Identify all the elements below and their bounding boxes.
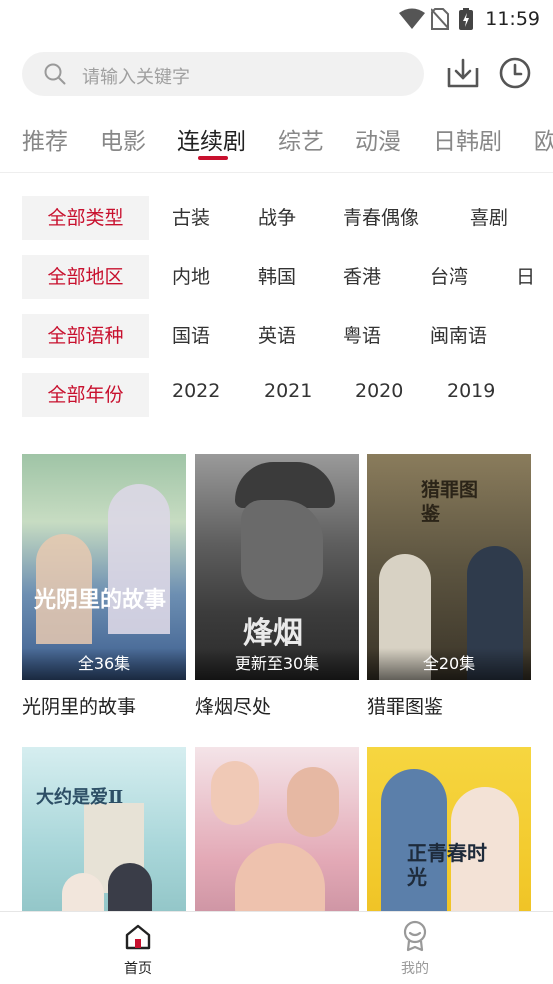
search-placeholder: 请输入关键字 (82, 67, 190, 88)
filter-option[interactable]: 2019 (447, 369, 495, 413)
show-title[interactable]: 猎罪图鉴 (367, 692, 443, 719)
filter-option[interactable]: 2021 (264, 369, 312, 413)
show-card[interactable]: 猎罪图鉴 全20集 猎罪图鉴 (367, 454, 531, 726)
status-bar: 11:59 (0, 0, 553, 38)
filter-option[interactable]: 国语 (172, 314, 210, 358)
profile-icon (403, 920, 427, 952)
episode-badge: 全20集 (367, 648, 531, 680)
poster-title-art: 光阴里的故事 (34, 587, 167, 613)
show-card[interactable]: 光阴里的故事 全36集 光阴里的故事 (22, 454, 186, 726)
show-title[interactable]: 光阴里的故事 (22, 692, 136, 719)
filter-year-selected[interactable]: 全部年份 (22, 373, 149, 417)
poster-title-art: 猎罪图鉴 (421, 479, 479, 525)
episode-badge: 全36集 (22, 648, 186, 680)
tab-movies[interactable]: 电影 (100, 122, 146, 156)
home-icon (125, 924, 151, 950)
tab-jp-kr-drama[interactable]: 日韩剧 (433, 122, 502, 156)
filter-option[interactable]: 闽南语 (430, 314, 487, 358)
episode-badge: 更新至30集 (195, 648, 359, 680)
filter-option[interactable]: 战争 (258, 196, 296, 240)
category-tabs: 推荐 电影 连续剧 综艺 动漫 日韩剧 欧 (0, 116, 553, 164)
filter-region-selected[interactable]: 全部地区 (22, 255, 149, 299)
filter-row-language: 全部语种 国语 英语 粤语 闽南语 (0, 314, 553, 358)
tab-recommend[interactable]: 推荐 (22, 122, 68, 156)
tab-tv-series[interactable]: 连续剧 (177, 122, 246, 156)
nav-home[interactable]: 首页 (98, 912, 178, 984)
filter-row-region: 全部地区 内地 韩国 香港 台湾 日 (0, 255, 553, 299)
tab-anime[interactable]: 动漫 (355, 122, 401, 156)
nav-home-label: 首页 (124, 961, 152, 977)
show-poster[interactable]: 猎罪图鉴 全20集 (367, 454, 531, 680)
filter-option[interactable]: 日 (516, 255, 535, 299)
search-icon (44, 63, 66, 85)
filter-genre-selected[interactable]: 全部类型 (22, 196, 149, 240)
status-time: 11:59 (485, 8, 540, 30)
history-clock-icon[interactable] (498, 56, 532, 90)
filter-language-selected[interactable]: 全部语种 (22, 314, 149, 358)
tab-western[interactable]: 欧 (534, 122, 553, 156)
no-sim-icon (431, 8, 449, 30)
battery-icon (459, 8, 473, 30)
show-poster[interactable]: 烽烟 更新至30集 (195, 454, 359, 680)
filter-option[interactable]: 韩国 (258, 255, 296, 299)
filter-row-genre: 全部类型 古装 战争 青春偶像 喜剧 (0, 196, 553, 240)
filter-option[interactable]: 喜剧 (470, 196, 508, 240)
filter-option[interactable]: 2022 (172, 369, 220, 413)
filter-option[interactable]: 内地 (172, 255, 210, 299)
bottom-navigation: 首页 我的 (0, 911, 553, 984)
show-poster[interactable]: 光阴里的故事 全36集 (22, 454, 186, 680)
poster-title-art: 正青春时光 (407, 841, 487, 889)
filter-option[interactable]: 台湾 (430, 255, 468, 299)
filter-option[interactable]: 古装 (172, 196, 210, 240)
filter-option[interactable]: 香港 (343, 255, 381, 299)
show-title[interactable]: 烽烟尽处 (195, 692, 271, 719)
nav-profile[interactable]: 我的 (375, 912, 455, 984)
filter-option[interactable]: 青春偶像 (343, 196, 419, 240)
active-tab-indicator (198, 156, 228, 160)
poster-title-art: 大约是爱Ⅱ (36, 787, 124, 808)
tab-variety[interactable]: 综艺 (278, 122, 324, 156)
filter-option[interactable]: 粤语 (343, 314, 381, 358)
filter-row-year: 全部年份 2022 2021 2020 2019 (0, 373, 553, 417)
nav-profile-label: 我的 (401, 961, 429, 977)
download-icon[interactable] (446, 56, 480, 90)
search-input[interactable]: 请输入关键字 (22, 52, 424, 96)
filter-option[interactable]: 英语 (258, 314, 296, 358)
filter-option[interactable]: 2020 (355, 369, 403, 413)
show-card[interactable]: 烽烟 更新至30集 烽烟尽处 (195, 454, 359, 726)
divider (0, 172, 553, 173)
wifi-icon (399, 8, 425, 29)
poster-title-art: 烽烟 (243, 616, 303, 651)
